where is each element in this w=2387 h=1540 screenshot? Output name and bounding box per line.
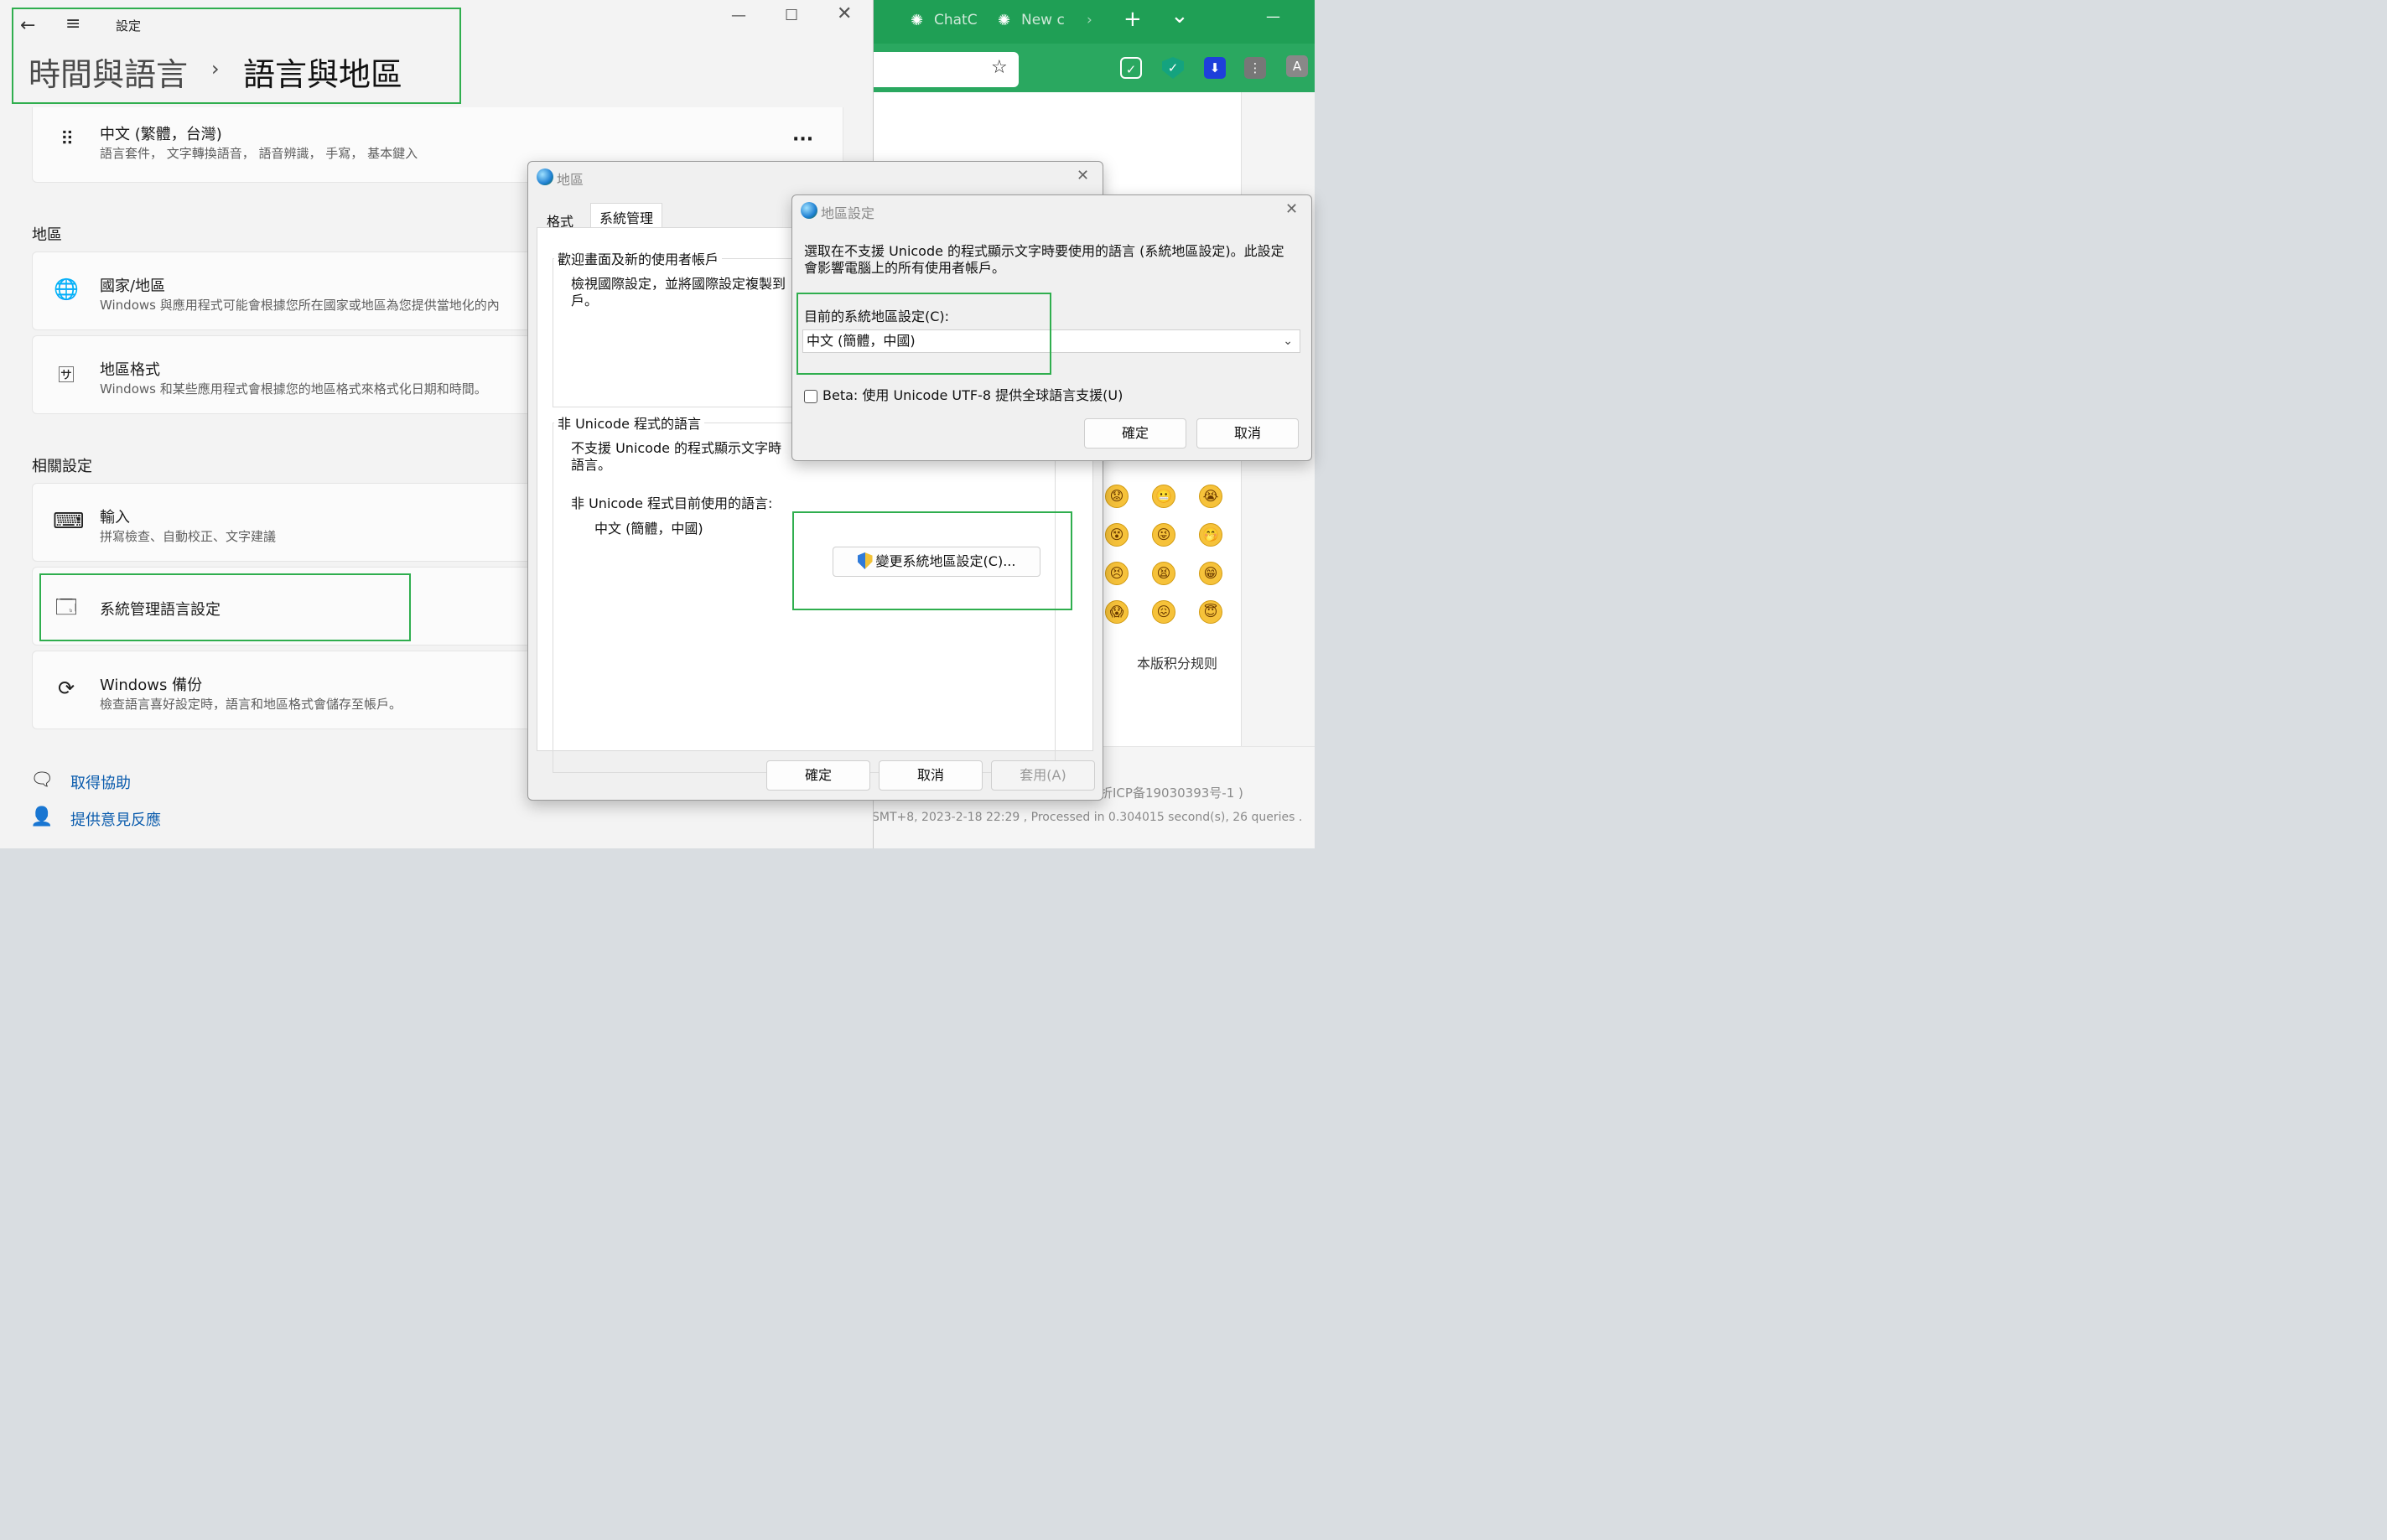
utf8-beta-checkbox[interactable]: [804, 390, 817, 403]
bookmark-star-icon[interactable]: ☆: [991, 57, 1008, 78]
current-language-label: 非 Unicode 程式目前使用的語言:: [571, 495, 773, 511]
change-system-locale-button[interactable]: 變更系統地區設定(C)...: [833, 547, 1040, 577]
dialog-title: 地區: [557, 172, 584, 188]
chatgpt-icon: ✺: [911, 12, 924, 29]
emoji-icon[interactable]: 😣: [1105, 562, 1129, 585]
extension-icon[interactable]: ⋮: [1244, 57, 1266, 79]
browser-tab[interactable]: ChatC: [934, 12, 978, 29]
tab-administrative[interactable]: 系統管理: [590, 203, 663, 228]
globe-icon: 🌐: [54, 277, 79, 301]
browser-tab[interactable]: New c: [1021, 12, 1065, 29]
country-region-subtitle: Windows 與應用程式可能會根據您所在國家或地區為您提供當地化的內: [100, 298, 500, 313]
region-section-header: 地區: [32, 226, 62, 244]
current-language-value: 中文 (簡體，中國): [594, 521, 703, 537]
download-icon[interactable]: ⬇: [1204, 57, 1226, 79]
help-icon: 🗨: [30, 770, 54, 791]
emoji-icon[interactable]: 😱: [1105, 600, 1129, 624]
related-settings-header: 相關設定: [32, 458, 92, 475]
welcome-group-header: 歡迎畫面及新的使用者帳戶: [554, 248, 723, 268]
locale-description-line1: 選取在不支援 Unicode 的程式顯示文字時要使用的語言 (系統地區設定)。此…: [804, 243, 1284, 259]
region-format-subtitle: Windows 和某些應用程式會根據您的地區格式來格式化日期和時間。: [100, 381, 487, 397]
back-arrow-icon[interactable]: ←: [20, 15, 35, 36]
browser-toolbar: ☆ ✓ ✓ ⬇ ⋮ A: [872, 44, 1315, 92]
breadcrumb-separator: ›: [211, 57, 220, 80]
drag-handle-icon[interactable]: ⠿: [53, 129, 80, 156]
minimize-button[interactable]: —: [1266, 8, 1280, 25]
pocket-icon[interactable]: ✓: [1120, 57, 1142, 79]
chatgpt-icon: ✺: [998, 12, 1011, 29]
locale-description-line2: 會影響電腦上的所有使用者帳戶。: [804, 260, 1006, 276]
current-locale-label: 目前的系統地區設定(C):: [804, 309, 950, 324]
close-button[interactable]: ✕: [837, 3, 852, 24]
chevron-right-icon[interactable]: ›: [1087, 12, 1092, 29]
system-locale-dialog: 地區設定 ✕ 選取在不支援 Unicode 的程式顯示文字時要使用的語言 (系統…: [791, 194, 1312, 461]
close-button[interactable]: ✕: [1077, 167, 1089, 184]
emoji-icon[interactable]: 😫: [1152, 562, 1175, 585]
translate-icon[interactable]: A: [1286, 55, 1308, 77]
change-system-locale-label: 變更系統地區設定(C)...: [875, 553, 1016, 569]
shield-extension-icon[interactable]: ✓: [1162, 57, 1184, 79]
ok-button[interactable]: 確定: [766, 760, 870, 791]
cancel-button[interactable]: 取消: [1196, 418, 1299, 449]
get-help-link[interactable]: 取得協助: [70, 771, 131, 793]
unicode-group: [553, 423, 1056, 773]
rules-link[interactable]: 本版积分规则: [1137, 652, 1217, 672]
new-tab-button[interactable]: +: [1123, 7, 1142, 32]
region-format-title: 地區格式: [100, 361, 160, 379]
admin-shield-window-icon: 🗔: [54, 595, 78, 619]
unicode-group-header: 非 Unicode 程式的語言: [554, 412, 705, 433]
welcome-text-line1: 檢視國際設定，並將國際設定複製到: [571, 276, 786, 292]
processed-text: SMT+8, 2023-2-18 22:29 , Processed in 0.…: [872, 811, 1303, 824]
maximize-button[interactable]: ☐: [785, 7, 798, 24]
icp-text: 折ICP备19030393号-1 ): [1100, 786, 1243, 801]
windows-backup-title: Windows 備份: [100, 677, 203, 694]
unicode-text-line1: 不支援 Unicode 的程式顯示文字時: [571, 440, 782, 456]
breadcrumb-parent[interactable]: 時間與語言: [29, 49, 188, 95]
address-bar[interactable]: ☆: [872, 52, 1019, 87]
emoji-icon[interactable]: 😖: [1152, 600, 1175, 624]
browser-tab-bar: ✺ ChatC ✺ New c › + ⌄ —: [872, 0, 1315, 44]
emoji-icon[interactable]: 🤭: [1199, 523, 1222, 547]
page-title: 語言與地區: [243, 56, 403, 93]
language-format-icon: 🈂: [58, 365, 75, 385]
app-title: 設定: [116, 18, 142, 34]
feedback-icon: 👤: [30, 806, 54, 827]
backup-sync-icon: ⟳: [57, 677, 75, 700]
emoji-icon[interactable]: 😵: [1105, 523, 1129, 547]
admin-language-title: 系統管理語言設定: [100, 601, 221, 619]
minimize-button[interactable]: —: [731, 7, 746, 24]
cancel-button[interactable]: 取消: [879, 760, 983, 791]
input-title: 輸入: [100, 509, 130, 526]
emoji-icon[interactable]: 😇: [1199, 600, 1222, 624]
language-subtitle: 語言套件， 文字轉換語音， 語音辨識， 手寫， 基本鍵入: [100, 146, 418, 161]
emoji-icon[interactable]: 😬: [1152, 485, 1175, 508]
tab-list-button[interactable]: ⌄: [1170, 3, 1189, 29]
emoji-icon[interactable]: 😟: [1105, 485, 1129, 508]
emoji-icon[interactable]: 😜: [1152, 523, 1175, 547]
apply-button[interactable]: 套用(A): [991, 760, 1095, 791]
globe-icon: [801, 202, 817, 219]
hamburger-menu-icon[interactable]: ≡: [65, 13, 80, 34]
ok-button[interactable]: 確定: [1084, 418, 1186, 449]
windows-backup-subtitle: 檢查語言喜好設定時，語言和地區格式會儲存至帳戶。: [100, 697, 402, 712]
system-locale-select[interactable]: 中文 (簡體，中國) ⌄: [802, 329, 1300, 353]
chevron-down-icon: ⌄: [1283, 334, 1293, 348]
feedback-link[interactable]: 提供意見反應: [70, 808, 161, 830]
emoji-icon[interactable]: 😭: [1199, 485, 1222, 508]
unicode-text-line2: 語言。: [571, 457, 612, 473]
more-options-icon[interactable]: ···: [792, 129, 813, 150]
utf8-beta-label: Beta: 使用 Unicode UTF-8 提供全球語言支援(U): [822, 387, 1123, 403]
welcome-text-line2: 戶。: [571, 293, 599, 309]
language-title: 中文 (繁體，台灣): [100, 126, 222, 143]
close-button[interactable]: ✕: [1285, 200, 1298, 218]
input-subtitle: 拼寫檢查、自動校正、文字建議: [100, 529, 277, 544]
emoji-icon[interactable]: 😁: [1199, 562, 1222, 585]
dialog-title: 地區設定: [821, 205, 875, 221]
system-locale-value: 中文 (簡體，中國): [807, 333, 916, 349]
keyboard-icon: ⌨: [53, 509, 85, 534]
uac-shield-icon: [857, 552, 873, 569]
country-region-title: 國家/地區: [100, 277, 166, 295]
globe-icon: [537, 169, 553, 185]
